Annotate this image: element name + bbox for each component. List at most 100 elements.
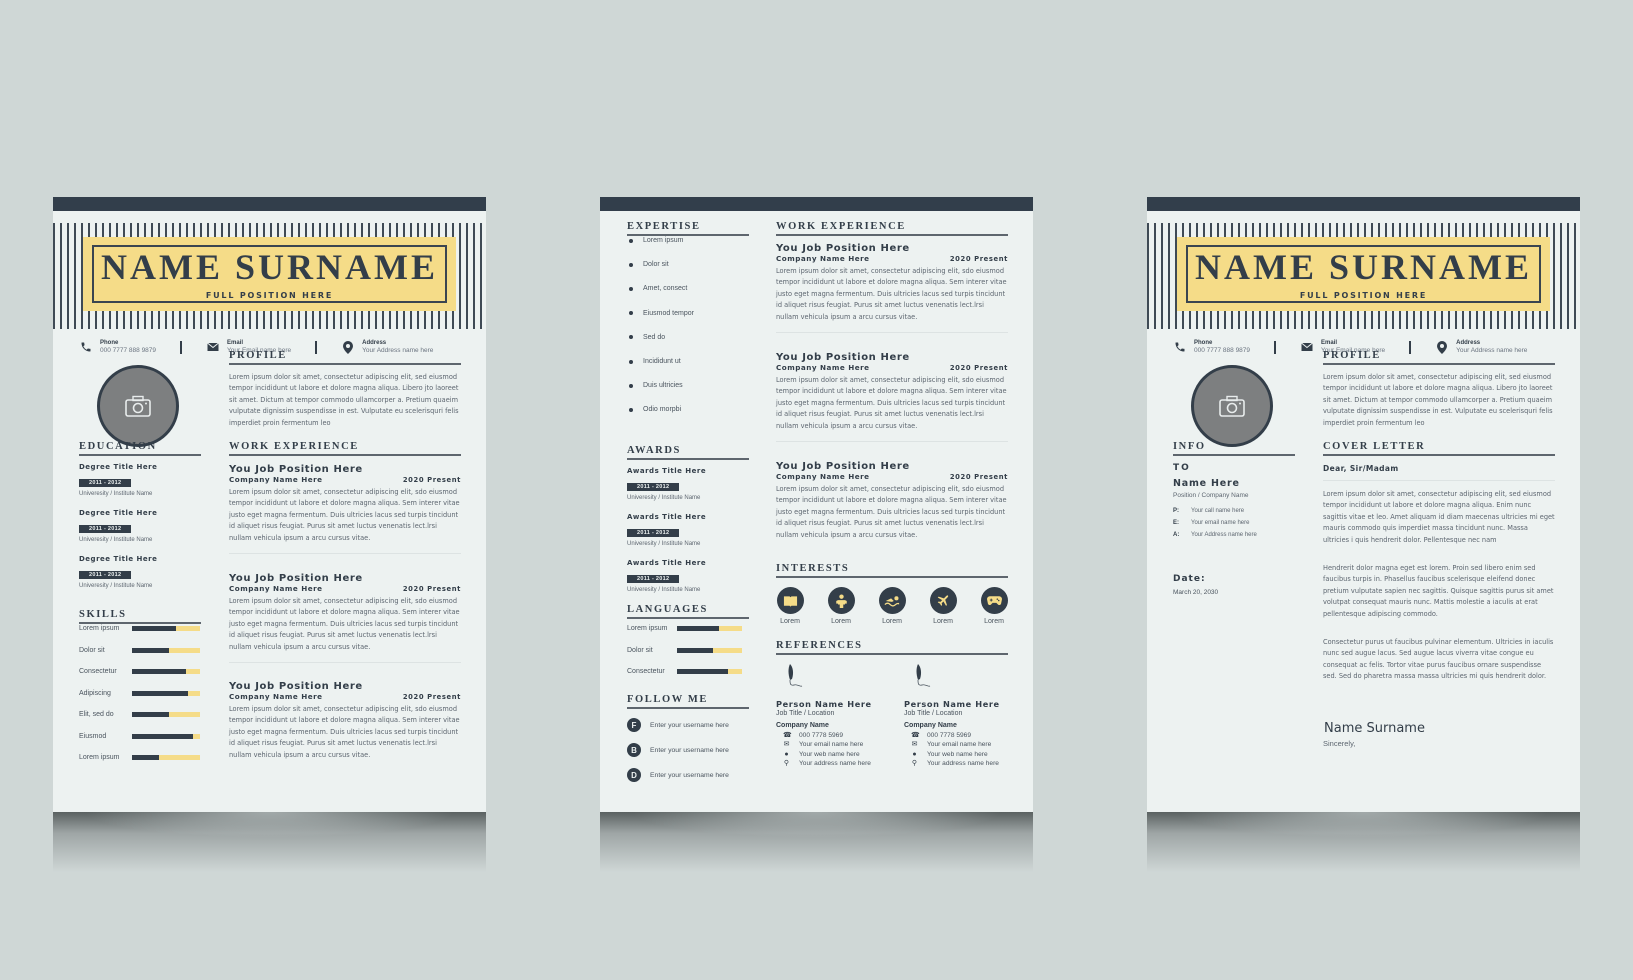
reference-email: Your email name here	[927, 741, 992, 748]
expertise-item: Duis ultricies	[629, 382, 683, 389]
bullet-icon	[629, 407, 633, 412]
cover-paragraph: Hendrerit dolor magna eget est lorem. Pr…	[1323, 564, 1554, 618]
envelope-icon	[1300, 340, 1314, 354]
job-description: Lorem ipsum dolor sit amet, consectetur …	[229, 705, 460, 759]
section-heading-education: EDUCATION	[79, 441, 201, 456]
swimming-icon	[878, 587, 906, 614]
language-bar	[677, 647, 742, 653]
job-description: Lorem ipsum dolor sit amet, consectetur …	[229, 488, 460, 542]
position-title: FULL POSITION HERE	[1299, 290, 1428, 300]
job-entry: You Job Position Here Company Name Here 2…	[229, 464, 461, 555]
expertise-item: Amet, consect	[629, 285, 687, 292]
social-link-behance[interactable]: B Enter your username here	[627, 743, 729, 757]
social-link-dribbble[interactable]: D Enter your username here	[627, 768, 729, 782]
job-years: 2020 Present	[402, 476, 461, 484]
skill-bar	[132, 712, 200, 717]
expertise-item: Dolor sit	[629, 261, 669, 268]
resume-page-2: EXPERTISE Lorem ipsum Dolor sit Amet, cons…	[600, 197, 1033, 872]
expertise-item: Eiusmod tempor	[629, 310, 694, 317]
interest-item: Lorem	[770, 587, 810, 625]
language-item: Lorem ipsum	[627, 625, 749, 632]
skill-item: Eiusmod	[79, 733, 201, 740]
award-item: Awards Title Here 2011 - 2012 Univeresit…	[627, 467, 757, 501]
social-username: Enter your username here	[650, 721, 729, 729]
education-item: Degree Title Here 2011 - 2012 Univeresit…	[79, 509, 209, 543]
job-title: You Job Position Here	[776, 461, 910, 472]
info-value: Your email name here	[1191, 520, 1250, 526]
reference-address: Your address name here	[927, 760, 999, 767]
bullet-icon	[629, 359, 633, 364]
job-title: You Job Position Here	[229, 681, 363, 692]
cover-salutation: Dear, Sir/Madam	[1323, 464, 1555, 481]
reference-name: Person Name Here	[776, 699, 872, 709]
reference-phone: 000 7778 5969	[927, 731, 972, 739]
job-title: You Job Position Here	[229, 464, 363, 475]
language-bar	[677, 626, 742, 631]
profile-photo-placeholder[interactable]	[1191, 365, 1273, 447]
page-shadow	[600, 812, 1033, 872]
interest-item: Lorem	[872, 587, 912, 625]
section-heading-references: REFERENCES	[776, 640, 1008, 655]
skill-label: Eiusmod	[79, 732, 107, 740]
job-entry: You Job Position Here Company Name Here 2…	[229, 573, 461, 664]
job-description: Lorem ipsum dolor sit amet, consectetur …	[776, 485, 1007, 539]
degree-institute: Univeresity / Institute Name	[79, 583, 153, 589]
degree-years: 2011 - 2012	[79, 479, 132, 487]
skill-item: Elit, sed do	[79, 711, 201, 718]
degree-title: Degree Title Here	[79, 555, 158, 563]
interest-label: Lorem	[984, 618, 1004, 625]
cover-paragraph: Consectetur purus ut faucibus pulvinar e…	[1323, 638, 1554, 681]
bullet-icon	[629, 383, 633, 388]
section-heading-work-experience: WORK EXPERIENCE	[229, 441, 461, 456]
info-key: P:	[1173, 508, 1179, 514]
divider	[776, 332, 1008, 334]
divider	[776, 441, 1008, 443]
section-heading-interests: INTERESTS	[776, 563, 1008, 578]
social-link-facebook[interactable]: F Enter your username here	[627, 718, 729, 732]
reference-web: Your web name here	[799, 750, 860, 758]
job-company: Company Name Here	[776, 363, 870, 372]
camera-icon	[125, 395, 151, 417]
job-description: Lorem ipsum dolor sit amet, consectetur …	[229, 597, 460, 651]
bullet-icon	[629, 262, 633, 267]
reference-name: Person Name Here	[904, 699, 1000, 709]
skill-bar-fill	[132, 669, 187, 674]
position-title: FULL POSITION HERE	[205, 290, 334, 300]
profile-text: Lorem ipsum dolor sit amet, consectetur …	[229, 373, 459, 427]
reference-card: Person Name Here Job Title / Location Co…	[776, 662, 896, 767]
contact-value: 000 7777 888 9879	[100, 346, 157, 354]
page-shadow	[1147, 812, 1580, 872]
top-bar	[53, 197, 486, 211]
info-email: E: Your email name here	[1173, 520, 1249, 526]
reference-company: Company Name	[776, 722, 829, 729]
skill-label: Dolor sit	[79, 646, 105, 654]
interest-label: Lorem	[780, 618, 800, 625]
skill-bar-fill	[132, 690, 188, 696]
expertise-item: Lorem ipsum	[629, 237, 683, 244]
contact-phone: Phone 000 7777 888 9879	[1173, 340, 1250, 354]
phone-icon: ☎	[783, 731, 792, 739]
job-years: 2020 Present	[949, 473, 1008, 481]
language-bar	[677, 669, 742, 674]
skill-bar	[132, 647, 200, 653]
job-title: You Job Position Here	[776, 352, 910, 363]
profile-text: Lorem ipsum dolor sit amet, consectetur …	[1323, 373, 1553, 427]
job-title: You Job Position Here	[229, 573, 363, 584]
skill-bar-fill	[132, 626, 177, 631]
phone-icon: ☎	[911, 731, 920, 739]
job-years: 2020 Present	[949, 255, 1008, 263]
profile-photo-placeholder[interactable]	[97, 365, 179, 447]
divider	[229, 662, 461, 664]
globe-icon: ●	[784, 750, 789, 758]
signature-quill-icon	[916, 664, 931, 687]
reference-card: Person Name Here Job Title / Location Co…	[904, 662, 1024, 767]
job-years: 2020 Present	[949, 364, 1008, 372]
date-label: Date:	[1173, 574, 1206, 584]
interest-item: Lorem	[821, 587, 861, 625]
airplane-icon	[929, 587, 957, 614]
interest-label: Lorem	[933, 618, 953, 625]
expertise-label: Incididunt ut	[643, 358, 681, 365]
skill-label: Adipiscing	[79, 689, 111, 697]
behance-icon: B	[627, 743, 641, 757]
contact-value: 000 7777 888 9879	[1194, 346, 1251, 354]
